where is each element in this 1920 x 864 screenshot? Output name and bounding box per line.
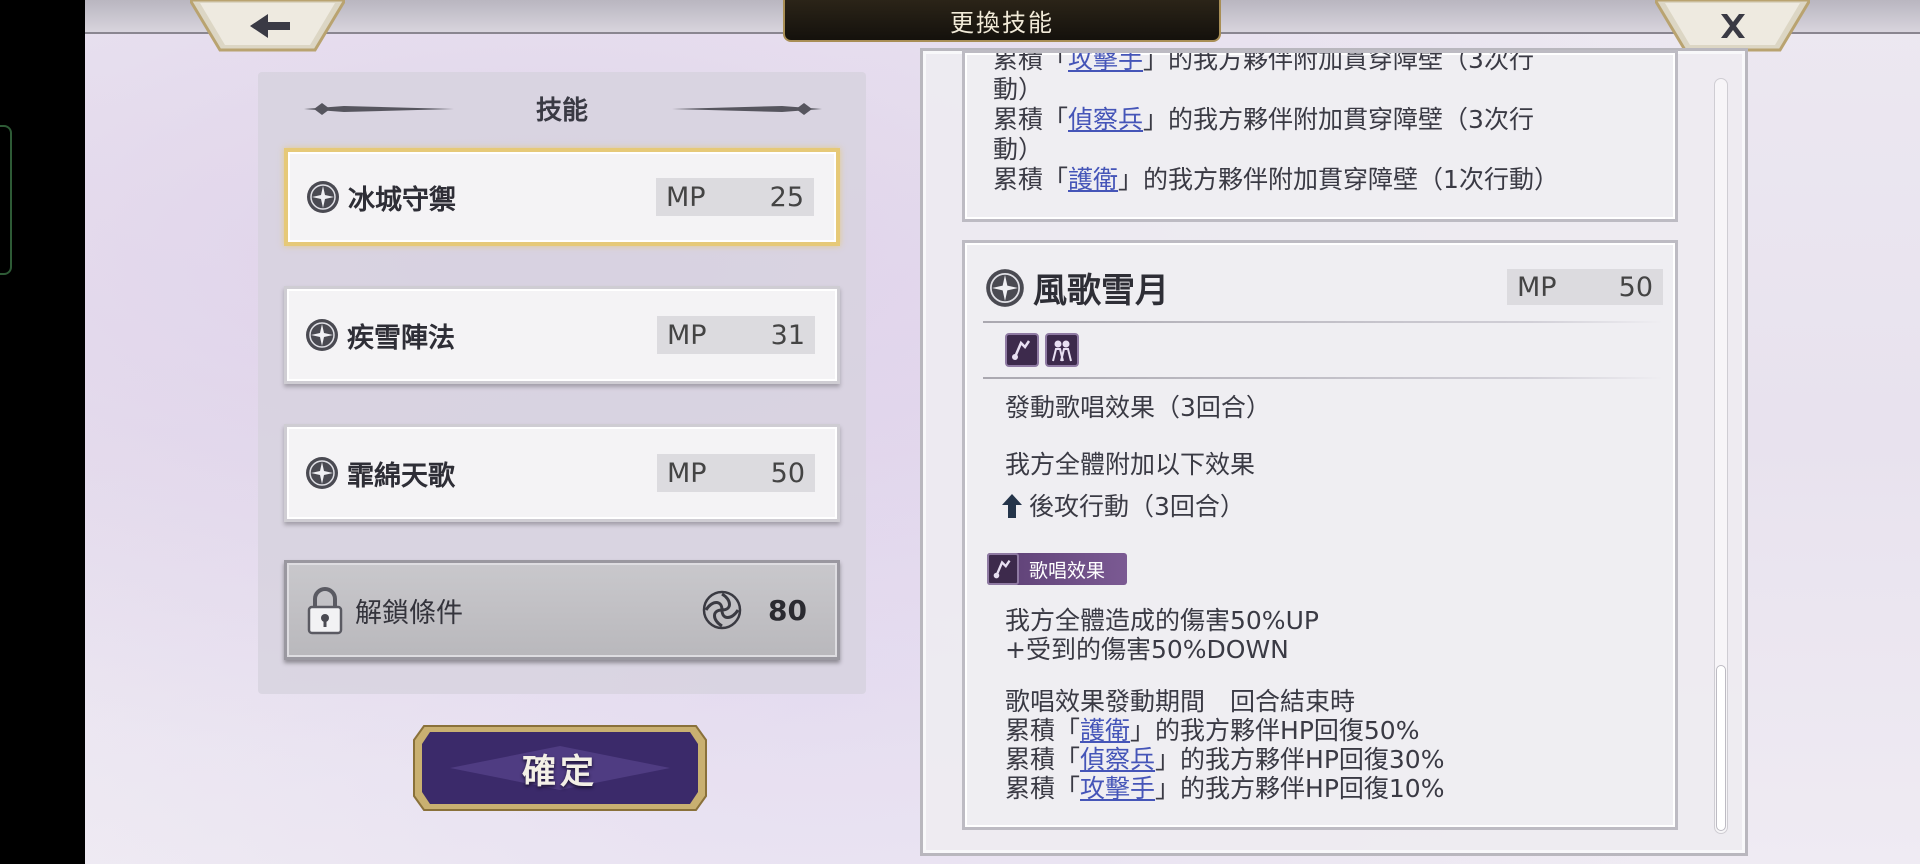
buff-line: 後攻行動（3回合） <box>1001 492 1245 521</box>
back-arrow-icon <box>188 0 347 52</box>
effect-main: 發動歌唱效果（3回合） <box>1005 393 1271 422</box>
side-edge-indicator <box>0 125 12 275</box>
skill-card-3[interactable]: 霏綿天歌 MP 50 <box>284 424 840 522</box>
singing-effect-label: 歌唱效果 <box>1029 559 1106 582</box>
unlock-cost: 80 <box>702 590 807 630</box>
skill-name: 疾雪陣法 <box>347 322 455 354</box>
back-button[interactable] <box>188 0 347 52</box>
role-link-guard[interactable]: 護衛 <box>1080 716 1130 745</box>
previous-skill-effect-box: 累積「攻擊手」的我方夥伴附加貫穿障壁（3次行 動） 累積「偵察兵」的我方夥伴附加… <box>962 50 1678 222</box>
singing-tag-icon[interactable] <box>1005 333 1039 367</box>
detail-mp-cost: MP 50 <box>1507 269 1663 305</box>
skill-mp-cost: MP 25 <box>656 178 814 216</box>
party-tag-icon[interactable] <box>1045 333 1079 367</box>
skill-name: 霏綿天歌 <box>347 460 455 492</box>
confirm-button[interactable]: 確定 <box>410 718 710 818</box>
close-icon <box>1653 0 1812 52</box>
skill-type-icon <box>306 319 338 351</box>
selected-skill-detail: 風歌雪月 MP 50 發動歌唱效果（3回合） 我方全體附加以下效果 後攻行動（3回… <box>962 240 1678 830</box>
unlock-cost-value: 80 <box>768 593 807 627</box>
detail-scrollbar-thumb[interactable] <box>1716 665 1726 831</box>
skill-list-panel: 技能 冰城守禦 MP 25 疾雪陣法 MP 31 霏綿天歌 MP 50 解鎖條件… <box>258 72 866 694</box>
title-ornament-right <box>672 103 822 115</box>
singing-tag-icon <box>987 553 1019 585</box>
party-effect: 我方全體附加以下效果 <box>1005 450 1256 479</box>
skill-mp-cost: MP 50 <box>657 454 815 492</box>
detail-header: 風歌雪月 <box>985 263 1169 312</box>
divider <box>983 321 1663 323</box>
role-link-guard[interactable]: 護衛 <box>1068 165 1118 194</box>
role-link-attacker[interactable]: 攻擊手 <box>1068 53 1143 74</box>
screen-title: 更換技能 <box>783 0 1221 42</box>
skill-card-1[interactable]: 冰城守禦 MP 25 <box>284 148 840 246</box>
up-arrow-icon <box>1002 494 1022 518</box>
role-link-attacker[interactable]: 攻擊手 <box>1080 774 1155 803</box>
unlock-condition-card[interactable]: 解鎖條件 80 <box>284 560 840 660</box>
close-button[interactable] <box>1653 0 1812 52</box>
confirm-label: 確定 <box>522 751 598 792</box>
role-link-scout[interactable]: 偵察兵 <box>1068 105 1143 134</box>
detail-skill-name: 風歌雪月 <box>1033 271 1169 311</box>
skill-type-icon <box>306 457 338 489</box>
divider <box>983 377 1663 379</box>
skill-name: 冰城守禦 <box>348 184 456 216</box>
lock-icon <box>307 587 343 635</box>
role-link-scout[interactable]: 偵察兵 <box>1080 745 1155 774</box>
singing-effect-description: 我方全體造成的傷害50%UP +受到的傷害50%DOWN <box>1005 606 1319 664</box>
swirl-currency-icon <box>702 590 742 630</box>
singing-effect-badge: 歌唱效果 <box>987 553 1127 585</box>
previous-effect-text: 累積「攻擊手」的我方夥伴附加貫穿障壁（3次行 動） 累積「偵察兵」的我方夥伴附加… <box>993 53 1653 195</box>
turn-end-effects: 歌唱效果發動期間 回合結束時 累積「護衛」的我方夥伴HP回復50% 累積「偵察兵… <box>1005 687 1445 803</box>
skill-card-2[interactable]: 疾雪陣法 MP 31 <box>284 286 840 384</box>
skill-type-icon <box>986 268 1024 307</box>
skill-mp-cost: MP 31 <box>657 316 815 354</box>
skill-type-icon <box>307 181 339 213</box>
unlock-label: 解鎖條件 <box>355 597 463 629</box>
